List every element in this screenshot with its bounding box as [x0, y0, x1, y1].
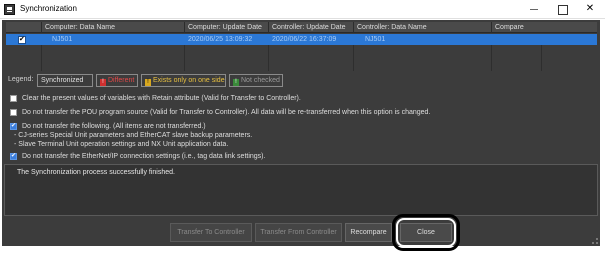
- column-computer-update-date[interactable]: Computer: Update Date: [184, 22, 268, 33]
- grid-divider: [541, 45, 542, 71]
- grid-divider: [353, 45, 354, 71]
- option-no-transfer-following-checkbox[interactable]: [10, 122, 17, 130]
- column-controller-data-name[interactable]: Controller: Data Name: [353, 22, 491, 33]
- synchronization-window: Synchronization ✕ Computer: Data Name Co…: [0, 0, 605, 255]
- grid-divider: [491, 45, 492, 71]
- legend-one-side: ! Exists only on one side: [141, 74, 226, 87]
- not-checked-icon: !: [233, 79, 239, 86]
- grid-divider: [41, 45, 42, 71]
- legend-different: ! Different: [96, 74, 138, 87]
- table-header: Computer: Data Name Computer: Update Dat…: [6, 22, 597, 33]
- column-computer-data-name[interactable]: Computer: Data Name: [41, 22, 184, 33]
- legend-not-checked: ! Not checked: [229, 74, 283, 87]
- option-clear-retain-checkbox[interactable]: [10, 95, 17, 102]
- legend-one-side-text: Exists only on one side: [153, 77, 225, 84]
- result-message: The Synchronization process successfully…: [17, 169, 175, 176]
- minimize-button[interactable]: [521, 1, 547, 17]
- synchronization-app-icon: [4, 4, 15, 15]
- option-no-ethernetip-checkbox[interactable]: [10, 152, 17, 160]
- grid-divider: [184, 45, 185, 71]
- computer-data-name-cell: NJ501: [52, 36, 73, 43]
- recompare-button[interactable]: Recompare: [345, 223, 392, 242]
- different-icon: !: [100, 79, 106, 86]
- highlight-ring-inner: [396, 218, 456, 247]
- row-sync-checkbox[interactable]: [18, 35, 26, 44]
- result-message-box: The Synchronization process successfully…: [4, 164, 598, 216]
- controller-data-name-cell: NJ501: [365, 36, 386, 43]
- controller-update-date-cell: 2020/06/22 16:37:09: [272, 36, 337, 43]
- transfer-from-controller-button[interactable]: Transfer From Controller: [255, 223, 342, 242]
- column-controller-update-date[interactable]: Controller: Update Date: [268, 22, 353, 33]
- column-compare[interactable]: Compare: [491, 22, 541, 33]
- window-title: Synchronization: [20, 4, 77, 13]
- table-empty-area: [6, 45, 597, 71]
- option-no-pou-source-checkbox[interactable]: [10, 109, 17, 116]
- option-no-ethernetip-label: Do not transfer the EtherNet/IP connecti…: [22, 153, 266, 160]
- table-row[interactable]: NJ501 2020/06/25 13:09:32 2020/06/22 16:…: [6, 34, 597, 45]
- option-sub-item: - Slave Terminal Unit operation settings…: [14, 141, 229, 148]
- legend-different-text: Different: [108, 77, 135, 84]
- maximize-button[interactable]: [549, 1, 575, 17]
- option-clear-retain-label: Clear the present values of variables wi…: [22, 95, 301, 102]
- legend-synchronized: Synchronized: [37, 74, 93, 87]
- grid-divider: [268, 45, 269, 71]
- synchronization-panel: Computer: Data Name Computer: Update Dat…: [2, 20, 600, 251]
- option-no-pou-source-label: Do not transfer the POU program source (…: [22, 109, 431, 116]
- title-bar: Synchronization ✕: [0, 0, 605, 19]
- resize-grip[interactable]: [592, 238, 598, 244]
- close-window-button[interactable]: ✕: [577, 1, 603, 17]
- transfer-to-controller-button[interactable]: Transfer To Controller: [170, 223, 252, 242]
- legend-not-checked-text: Not checked: [241, 77, 280, 84]
- legend-synchronized-text: Synchronized: [41, 77, 84, 84]
- warning-icon: !: [145, 79, 151, 86]
- compare-cell: [492, 34, 495, 45]
- computer-update-date-cell: 2020/06/25 13:09:32: [188, 36, 253, 43]
- legend-label: Legend:: [8, 76, 34, 83]
